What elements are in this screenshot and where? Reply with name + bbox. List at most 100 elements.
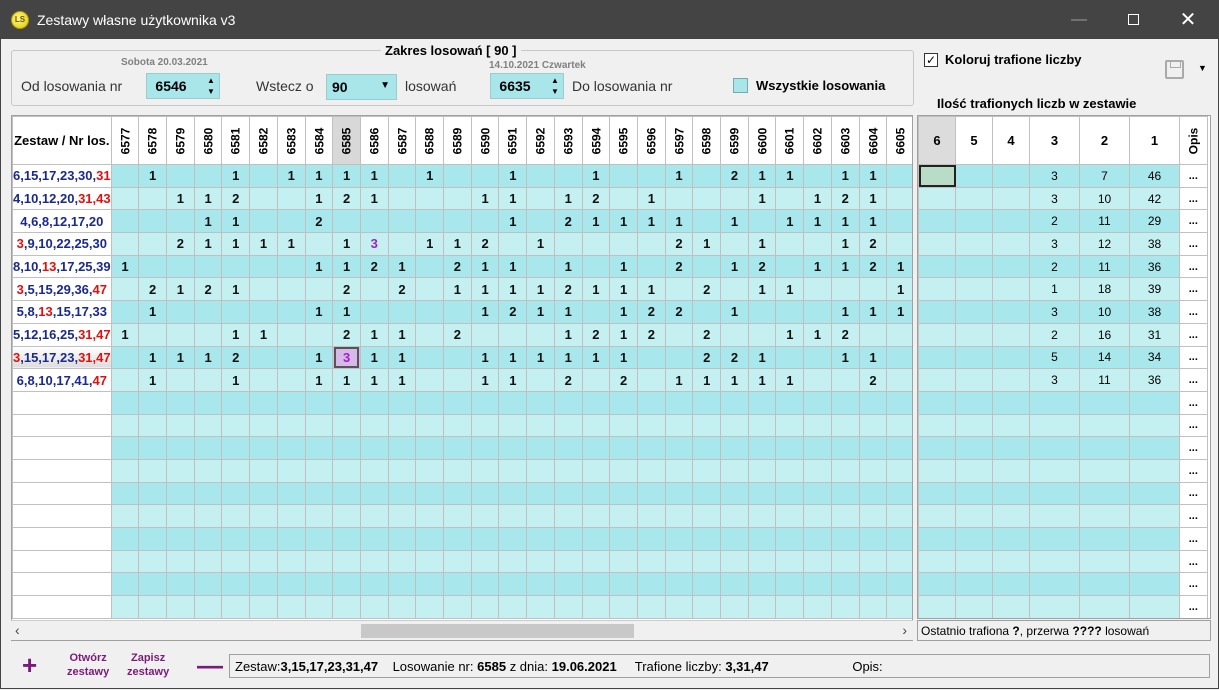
hit-cell[interactable]: [858, 527, 888, 551]
hit-cell[interactable]: [609, 186, 638, 211]
hit-cell[interactable]: [359, 572, 389, 597]
hit-cell[interactable]: [387, 300, 417, 324]
hit-cell[interactable]: 1: [470, 186, 500, 211]
table-row[interactable]: 5 14 34...: [918, 345, 1208, 370]
hit-cell[interactable]: [415, 390, 445, 415]
table-row[interactable]: ...: [918, 458, 1208, 483]
table-row[interactable]: ...: [918, 527, 1208, 551]
hit-cell[interactable]: 2: [332, 322, 361, 347]
hit-cell[interactable]: [193, 413, 223, 438]
hit-cell[interactable]: [886, 390, 912, 415]
draw-column-header[interactable]: 6583: [276, 116, 306, 165]
hit-cell[interactable]: [221, 436, 251, 460]
opis-button[interactable]: ...: [1179, 368, 1208, 392]
hit-cell[interactable]: 1: [803, 209, 832, 234]
hit-cell[interactable]: [720, 322, 749, 347]
hits-cell[interactable]: [992, 368, 1030, 392]
hit-cell[interactable]: [249, 572, 278, 597]
zestaw-cell[interactable]: [12, 572, 112, 597]
opis-button[interactable]: ...: [1179, 527, 1208, 551]
hits-cell[interactable]: [955, 595, 993, 618]
hit-cell[interactable]: [775, 504, 805, 528]
draw-column-header[interactable]: 6601: [775, 116, 805, 165]
hit-cell[interactable]: [775, 345, 805, 370]
hit-cell[interactable]: [276, 300, 306, 324]
hit-cell[interactable]: [609, 164, 638, 188]
hit-cell[interactable]: [664, 186, 694, 211]
hits-cell[interactable]: [955, 572, 993, 597]
hit-cell[interactable]: [332, 572, 361, 597]
hit-cell[interactable]: [166, 481, 195, 506]
draw-column-header[interactable]: 6579: [166, 116, 195, 165]
opis-button[interactable]: ...: [1179, 390, 1208, 415]
hits-cell[interactable]: [955, 504, 993, 528]
table-row[interactable]: 3 11 36...: [918, 368, 1208, 392]
hit-cell[interactable]: [276, 549, 306, 574]
hit-cell[interactable]: [332, 595, 361, 619]
hit-cell[interactable]: [138, 549, 168, 574]
hit-cell[interactable]: [886, 322, 912, 347]
all-draws-checkbox[interactable]: [733, 78, 748, 93]
hit-cell[interactable]: [803, 595, 832, 619]
hits-cell[interactable]: [992, 345, 1030, 370]
hit-cell[interactable]: [526, 595, 555, 619]
hit-cell[interactable]: [803, 390, 832, 415]
hit-cell[interactable]: 1: [553, 254, 583, 279]
hit-cell[interactable]: [609, 549, 638, 574]
hit-cell[interactable]: 1: [775, 322, 805, 347]
hit-cell[interactable]: [720, 572, 749, 597]
hit-cell[interactable]: 2: [720, 164, 749, 188]
hit-cell[interactable]: [470, 572, 500, 597]
hit-cell[interactable]: [110, 277, 140, 302]
hits-cell[interactable]: 2: [1029, 322, 1080, 347]
hit-cell[interactable]: [387, 572, 417, 597]
hit-cell[interactable]: 1: [553, 186, 583, 211]
hit-cell[interactable]: [276, 277, 306, 302]
hit-cell[interactable]: [692, 300, 722, 324]
hit-cell[interactable]: [692, 481, 722, 506]
hit-cell[interactable]: [249, 458, 278, 483]
open-sets-button[interactable]: Otwórz zestawy: [67, 651, 109, 679]
hit-cell[interactable]: 1: [609, 277, 638, 302]
hits-cell[interactable]: [992, 595, 1030, 618]
hit-cell[interactable]: [498, 322, 528, 347]
hit-cell[interactable]: [415, 413, 445, 438]
hits-count-header[interactable]: 1: [1129, 116, 1180, 165]
hit-cell[interactable]: [830, 481, 860, 506]
hit-cell[interactable]: [498, 572, 528, 597]
hit-cell[interactable]: [415, 254, 445, 279]
hit-cell[interactable]: [581, 232, 611, 256]
draw-column-header[interactable]: 6602: [803, 116, 832, 165]
hit-cell[interactable]: [304, 413, 334, 438]
hit-cell[interactable]: [581, 595, 611, 619]
hit-cell[interactable]: 2: [858, 368, 888, 392]
maximize-button[interactable]: [1110, 1, 1156, 39]
hit-cell[interactable]: [110, 595, 140, 619]
hit-cell[interactable]: 1: [581, 345, 611, 370]
table-row[interactable]: ...: [918, 572, 1208, 597]
opis-button[interactable]: ...: [1179, 300, 1208, 324]
draw-column-header[interactable]: 6599: [720, 116, 749, 165]
hit-cell[interactable]: [470, 322, 500, 347]
hits-cell[interactable]: [992, 572, 1030, 597]
hit-cell[interactable]: [747, 504, 777, 528]
hit-cell[interactable]: [138, 595, 168, 619]
draw-column-header[interactable]: 6598: [692, 116, 722, 165]
hit-cell[interactable]: 1: [443, 277, 472, 302]
hit-cell[interactable]: [747, 300, 777, 324]
hit-cell[interactable]: 1: [221, 209, 251, 234]
spin-arrows-icon[interactable]: ▲ ▼: [549, 75, 561, 97]
hit-cell[interactable]: [249, 436, 278, 460]
hit-cell[interactable]: [498, 436, 528, 460]
hit-cell[interactable]: [886, 164, 912, 188]
hit-cell[interactable]: 2: [664, 232, 694, 256]
hit-cell[interactable]: [636, 232, 666, 256]
hits-cell[interactable]: [918, 413, 956, 438]
hit-cell[interactable]: [110, 413, 140, 438]
hits-cell[interactable]: 3: [1029, 232, 1080, 256]
hit-cell[interactable]: 1: [304, 345, 334, 370]
hit-cell[interactable]: [526, 572, 555, 597]
hit-cell[interactable]: [498, 232, 528, 256]
hit-cell[interactable]: [193, 300, 223, 324]
hit-cell[interactable]: [249, 549, 278, 574]
